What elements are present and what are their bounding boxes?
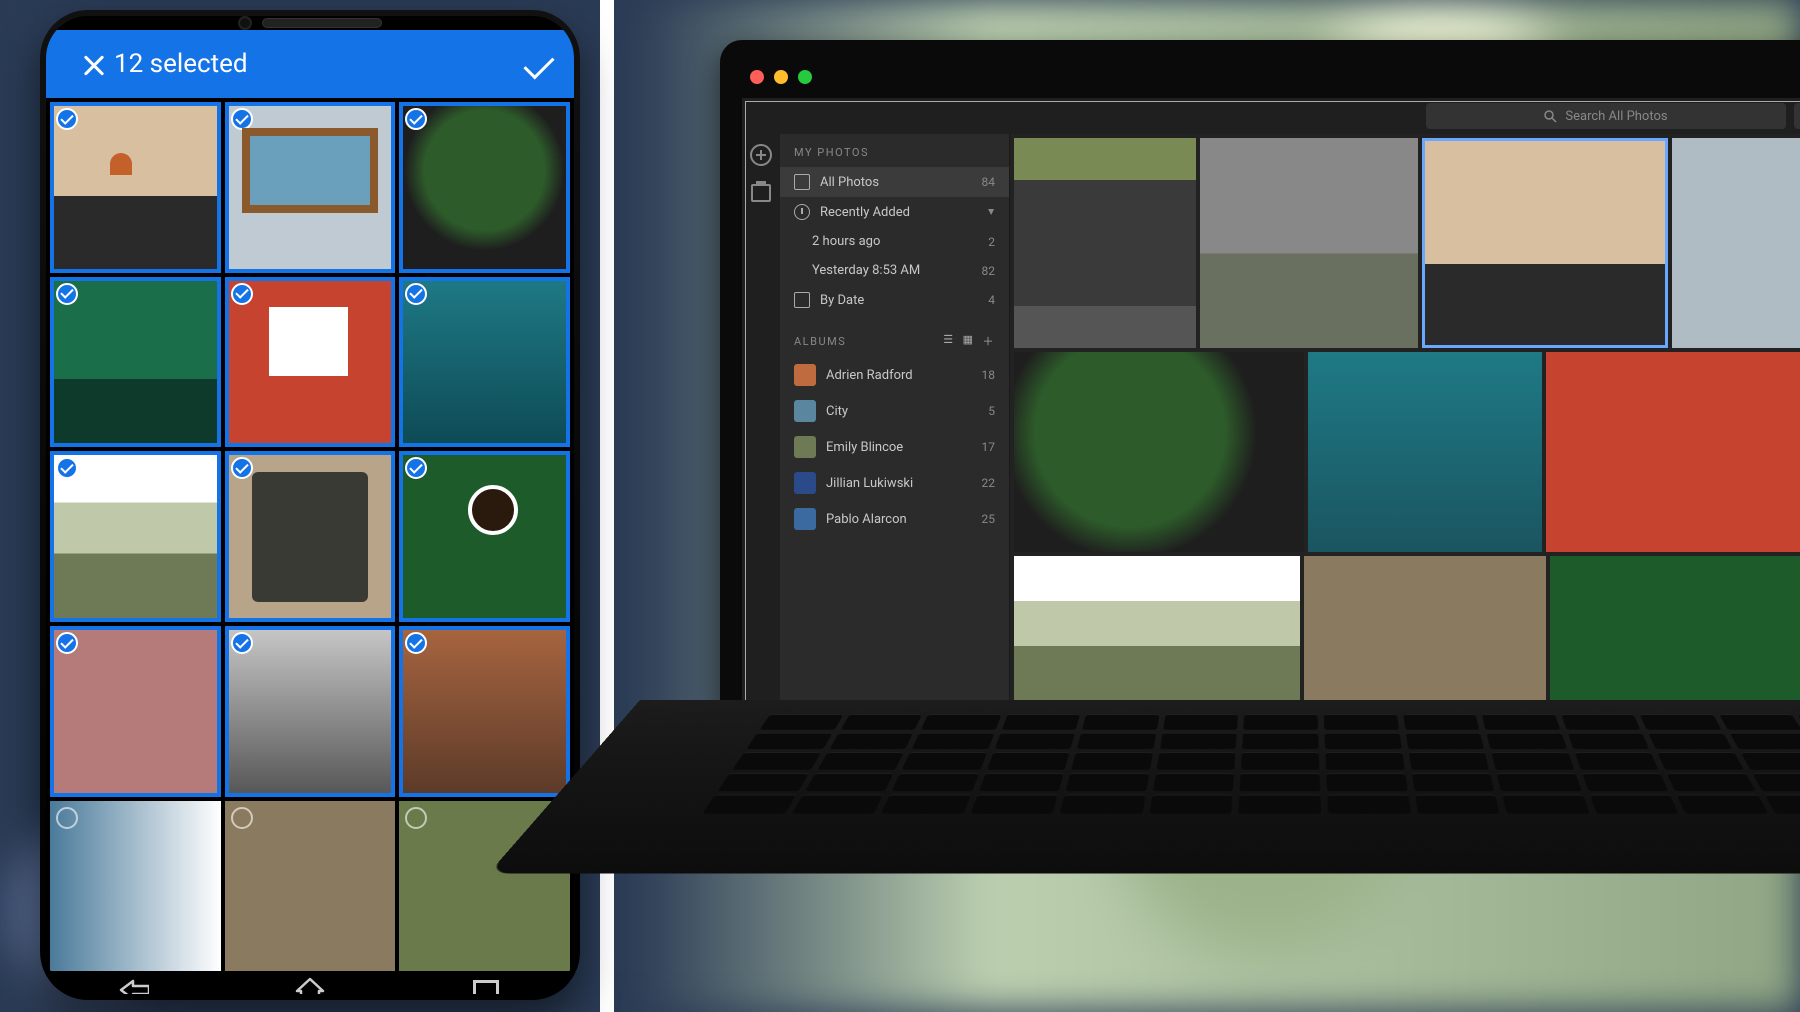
selected-badge-icon — [405, 108, 427, 130]
window-close-button[interactable] — [750, 70, 764, 84]
desktop-photo-grid — [1010, 134, 1800, 704]
photo-grid — [46, 98, 574, 975]
phone-device: 12 selected — [40, 10, 580, 1000]
recent-icon — [473, 980, 499, 994]
home-icon — [295, 977, 325, 994]
photo-thumbnail[interactable] — [399, 626, 570, 797]
confirm-selection-button[interactable] — [524, 49, 554, 79]
photo-thumbnail[interactable] — [50, 801, 221, 972]
laptop-keys — [702, 714, 1800, 813]
sidebar: MY PHOTOS All Photos 84 Recently Added ▸… — [780, 134, 1010, 740]
unselected-badge-icon — [56, 807, 78, 829]
window-minimize-button[interactable] — [774, 70, 788, 84]
selected-badge-icon — [405, 632, 427, 654]
photo-thumbnail[interactable] — [50, 626, 221, 797]
photo-thumbnail[interactable] — [225, 626, 396, 797]
selected-badge-icon — [56, 108, 78, 130]
phone-earpiece-area — [46, 16, 574, 30]
photo-thumbnail[interactable] — [1014, 352, 1304, 552]
selected-badge-icon — [56, 457, 78, 479]
nav-recent-button[interactable] — [471, 975, 501, 994]
photo-thumbnail[interactable] — [1014, 556, 1300, 704]
photo-thumbnail[interactable] — [225, 801, 396, 972]
photo-thumbnail[interactable] — [399, 102, 570, 273]
selected-badge-icon — [231, 108, 253, 130]
selection-count: 12 selected — [114, 49, 506, 79]
selected-badge-icon — [231, 283, 253, 305]
phone-camera — [238, 16, 252, 30]
photo-thumbnail[interactable] — [50, 277, 221, 448]
photo-thumbnail[interactable] — [1304, 556, 1547, 704]
laptop-screen: Search All Photos MY PHOTOS — [720, 40, 1800, 740]
selected-badge-icon — [405, 457, 427, 479]
check-icon — [523, 48, 554, 79]
photo-thumbnail[interactable] — [50, 102, 221, 273]
photo-thumbnail-selected[interactable] — [1422, 138, 1668, 348]
selected-badge-icon — [56, 632, 78, 654]
content-area: ⇅ ⚑ ⚐ ★★★★★ — [1010, 134, 1800, 740]
selected-badge-icon — [231, 457, 253, 479]
laptop-device: Search All Photos MY PHOTOS — [640, 10, 1800, 1000]
android-nav-bar — [46, 975, 574, 994]
selected-badge-icon — [231, 632, 253, 654]
back-icon — [119, 979, 149, 994]
photo-thumbnail[interactable] — [225, 451, 396, 622]
photo-thumbnail[interactable] — [50, 451, 221, 622]
selection-action-bar: 12 selected — [46, 30, 574, 98]
photo-app: Search All Photos MY PHOTOS — [742, 98, 1800, 740]
photo-thumbnail[interactable] — [1308, 352, 1542, 552]
photo-thumbnail[interactable] — [399, 451, 570, 622]
nav-home-button[interactable] — [295, 975, 325, 994]
photo-thumbnail[interactable] — [1014, 138, 1196, 348]
photo-thumbnail[interactable] — [1546, 352, 1800, 552]
photo-thumbnail[interactable] — [1550, 556, 1800, 704]
close-selection-button[interactable] — [66, 49, 96, 79]
selected-badge-icon — [56, 283, 78, 305]
calendar-icon — [794, 292, 810, 308]
photo-thumbnail[interactable] — [1200, 138, 1418, 348]
unselected-badge-icon — [231, 807, 253, 829]
phone-speaker — [262, 18, 382, 28]
sidebar-item-by-date[interactable]: By Date 4 — [780, 285, 1009, 315]
photo-thumbnail[interactable] — [1672, 138, 1800, 348]
photo-thumbnail[interactable] — [399, 277, 570, 448]
photo-thumbnail[interactable] — [225, 102, 396, 273]
selected-badge-icon — [405, 283, 427, 305]
laptop-keyboard-deck — [488, 700, 1800, 874]
window-traffic-lights — [750, 70, 812, 84]
nav-back-button[interactable] — [119, 975, 149, 994]
photo-thumbnail[interactable] — [225, 277, 396, 448]
unselected-badge-icon — [405, 807, 427, 829]
window-zoom-button[interactable] — [798, 70, 812, 84]
